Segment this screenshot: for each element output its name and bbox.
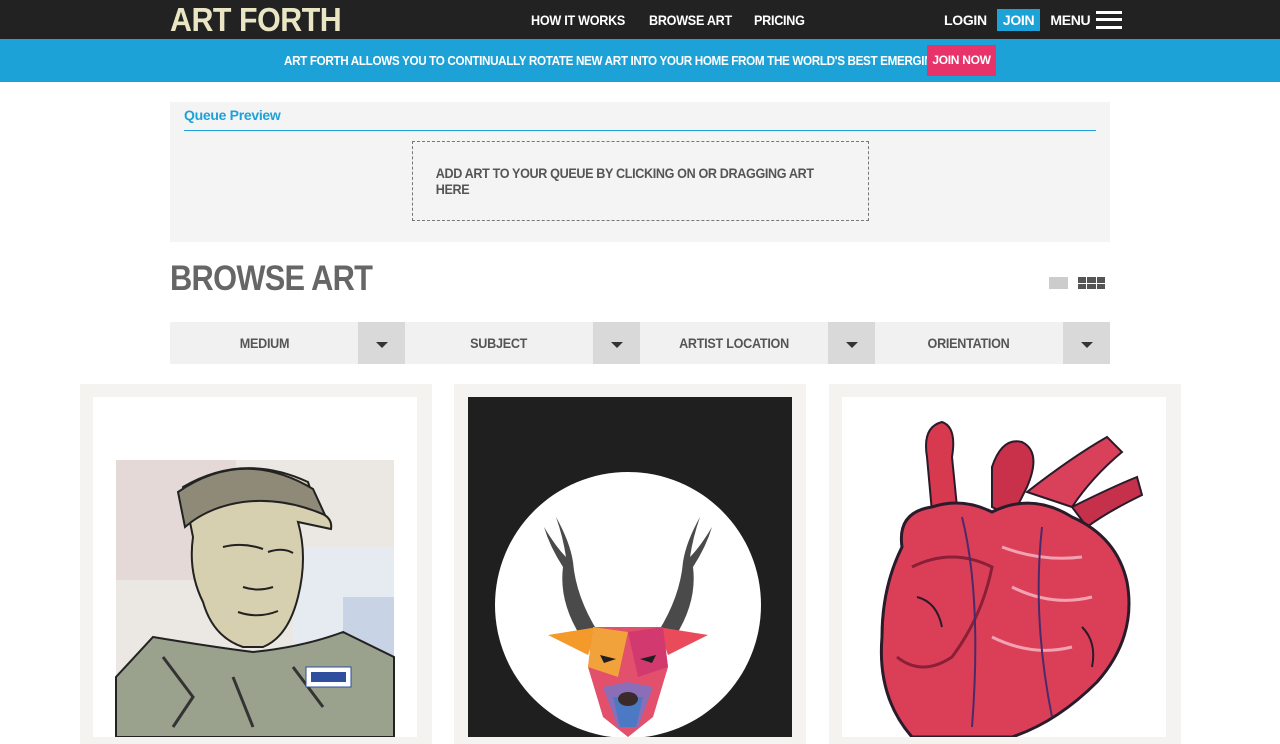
single-view-icon[interactable] bbox=[1049, 277, 1068, 289]
filter-medium-label: MEDIUM bbox=[239, 335, 289, 351]
menu-label[interactable]: MENU bbox=[1050, 12, 1090, 28]
filter-bar: MEDIUM SUBJECT ARTIST LOCATION ORIENTATI… bbox=[170, 322, 1110, 364]
hamburger-menu-icon[interactable] bbox=[1096, 10, 1123, 29]
queue-divider bbox=[184, 130, 1096, 131]
queue-drop-text: ADD ART TO YOUR QUEUE BY CLICKING ON OR … bbox=[435, 165, 814, 197]
chevron-down-icon[interactable] bbox=[828, 322, 875, 364]
filter-artist-location[interactable]: ARTIST LOCATION bbox=[640, 322, 875, 364]
login-link[interactable]: LOGIN bbox=[944, 12, 987, 28]
art-card[interactable] bbox=[80, 384, 432, 744]
art-card[interactable] bbox=[829, 384, 1181, 744]
grid-view-icon[interactable] bbox=[1078, 277, 1105, 289]
filter-orientation[interactable]: ORIENTATION bbox=[875, 322, 1110, 364]
art-image-deer[interactable] bbox=[468, 397, 792, 737]
site-logo[interactable]: ART FORTH bbox=[170, 1, 342, 39]
filter-subject-label: SUBJECT bbox=[470, 335, 528, 351]
page-title: BROWSE ART bbox=[170, 259, 373, 298]
join-button[interactable]: JOIN bbox=[996, 8, 1041, 31]
queue-preview-title: Queue Preview bbox=[184, 107, 281, 123]
chevron-down-icon[interactable] bbox=[593, 322, 640, 364]
account-nav: LOGIN JOIN MENU bbox=[944, 0, 1123, 39]
nav-pricing[interactable]: PRICING bbox=[754, 12, 805, 28]
filter-subject[interactable]: SUBJECT bbox=[405, 322, 640, 364]
nav-browse-art[interactable]: BROWSE ART bbox=[649, 12, 732, 28]
queue-drop-zone[interactable]: ADD ART TO YOUR QUEUE BY CLICKING ON OR … bbox=[412, 141, 869, 221]
filter-medium[interactable]: MEDIUM bbox=[170, 322, 405, 364]
promo-text: ART FORTH ALLOWS YOU TO CONTINUALLY ROTA… bbox=[284, 53, 991, 68]
filter-artist-location-label: ARTIST LOCATION bbox=[679, 335, 789, 351]
main-nav: HOW IT WORKS BROWSE ART PRICING bbox=[531, 0, 810, 39]
art-card[interactable] bbox=[454, 384, 806, 744]
join-now-button[interactable]: JOIN NOW bbox=[927, 45, 996, 76]
art-image-portrait[interactable] bbox=[93, 397, 417, 737]
chevron-down-icon[interactable] bbox=[1063, 322, 1110, 364]
top-navbar: ART FORTH HOW IT WORKS BROWSE ART PRICIN… bbox=[0, 0, 1280, 39]
art-image-heart[interactable] bbox=[842, 397, 1166, 737]
chevron-down-icon[interactable] bbox=[358, 322, 405, 364]
filter-orientation-label: ORIENTATION bbox=[928, 335, 1010, 351]
nav-how-it-works[interactable]: HOW IT WORKS bbox=[531, 12, 625, 28]
queue-preview-panel: Queue Preview ADD ART TO YOUR QUEUE BY C… bbox=[170, 102, 1110, 242]
promo-banner: ART FORTH ALLOWS YOU TO CONTINUALLY ROTA… bbox=[0, 39, 1280, 82]
